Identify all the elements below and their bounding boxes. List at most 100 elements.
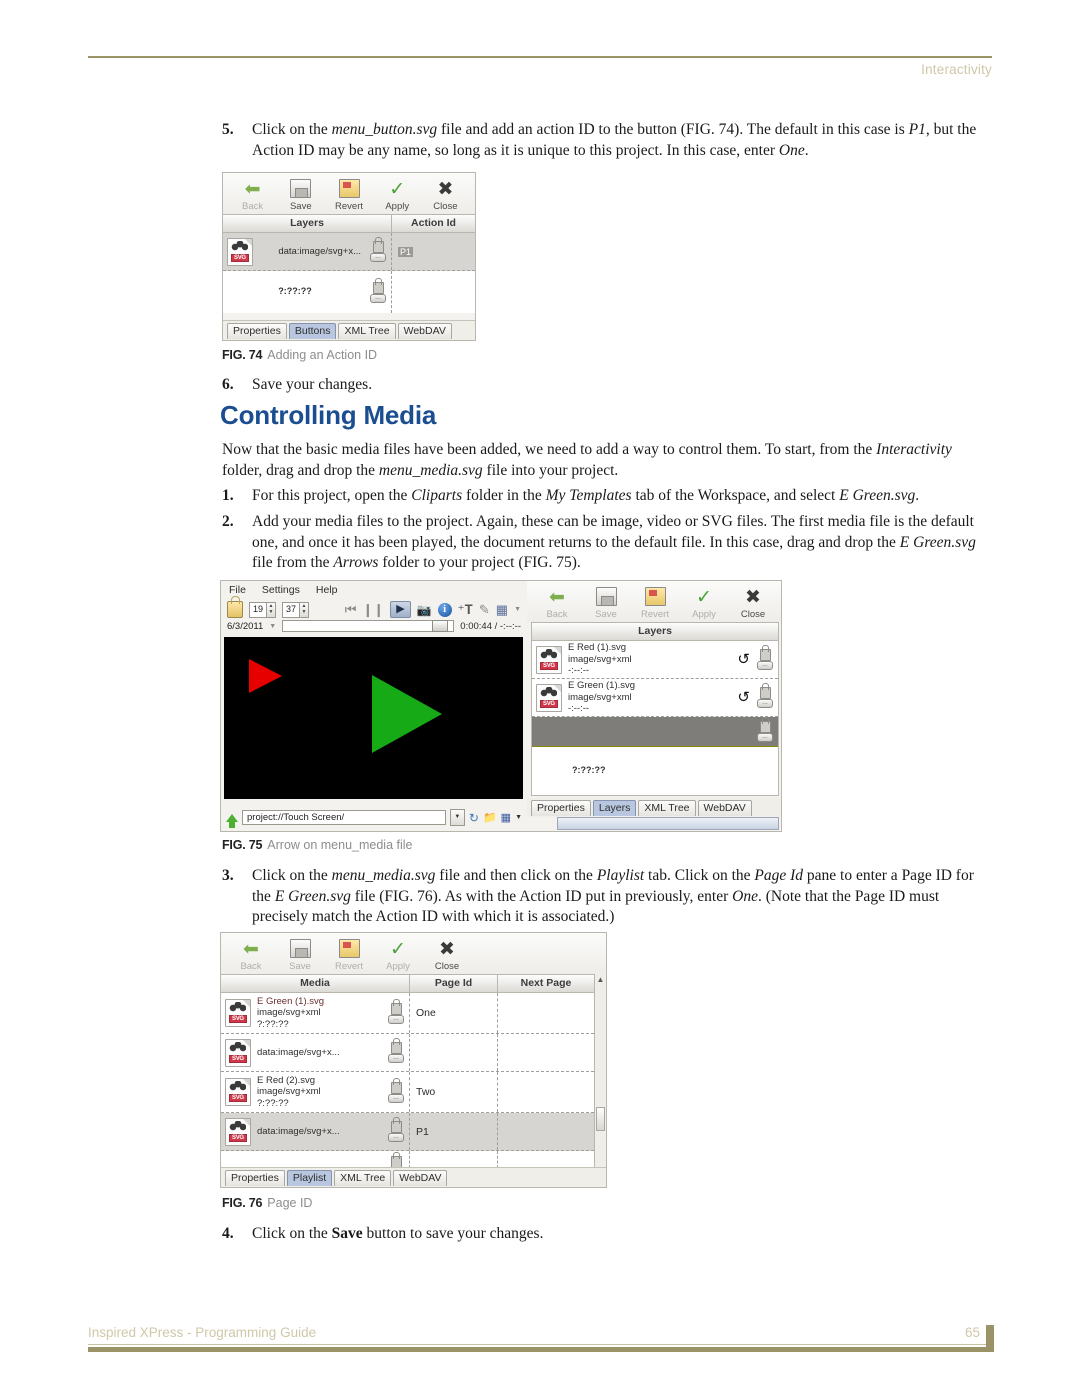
- slider-knob[interactable]: [432, 620, 449, 632]
- info-icon[interactable]: i: [437, 602, 452, 617]
- menu-settings[interactable]: Settings: [262, 584, 300, 596]
- fig76-row-3-page-id[interactable]: Two: [410, 1072, 498, 1112]
- more-options-icon[interactable]: …: [370, 253, 386, 262]
- scroll-up-icon[interactable]: ▲: [597, 974, 605, 985]
- fig74-back-button[interactable]: ⬅ Back: [231, 179, 274, 212]
- fig75-row-2[interactable]: SVG E Green (1).svg image/svg+xml -:--:-…: [532, 679, 778, 717]
- fig75-row-3-selected[interactable]: …: [532, 717, 778, 747]
- fig76-row-4-page-id[interactable]: P1: [410, 1113, 498, 1150]
- table-row[interactable]: SVG E Red (2).svg image/svg+xml ?:??:?? …: [221, 1072, 594, 1113]
- skip-previous-icon[interactable]: ⏮: [345, 603, 357, 616]
- scroll-thumb[interactable]: [596, 1107, 605, 1131]
- edit-icon[interactable]: ✎: [479, 603, 490, 616]
- fig74-row-1-action-id[interactable]: P1: [392, 233, 475, 270]
- fig74-save-button[interactable]: Save: [279, 179, 322, 212]
- fig75-horizontal-scrollbar[interactable]: [557, 817, 779, 830]
- spinner-2[interactable]: 37 ▲ ▼: [282, 601, 310, 618]
- fig76-save-button[interactable]: Save: [278, 939, 322, 972]
- spinner-arrows-icon[interactable]: ▲ ▼: [266, 602, 276, 617]
- lock-icon[interactable]: [759, 717, 771, 733]
- fig74-tab-buttons[interactable]: Buttons: [288, 323, 337, 339]
- fig75-tab-layers[interactable]: Layers: [592, 800, 637, 816]
- seek-slider[interactable]: [282, 620, 455, 632]
- fig76-row-1-page-id[interactable]: One: [410, 993, 498, 1033]
- fig75-save-button[interactable]: Save: [584, 587, 628, 620]
- fig74-revert-button[interactable]: Revert: [327, 179, 370, 212]
- fig76-row-2-page-id[interactable]: [410, 1034, 498, 1071]
- more-options-icon[interactable]: …: [757, 661, 773, 670]
- fig75-tab-properties[interactable]: Properties: [531, 800, 591, 816]
- fig75-revert-button[interactable]: Revert: [633, 587, 677, 620]
- spinner-1[interactable]: 19 ▲ ▼: [249, 601, 277, 618]
- fig76-row-3-next-page[interactable]: [498, 1072, 594, 1112]
- fig74-tab-xml-tree[interactable]: XML Tree: [338, 323, 396, 339]
- lock-icon[interactable]: [390, 1038, 402, 1054]
- chevron-down-icon[interactable]: ▼: [514, 606, 521, 613]
- fig76-vertical-scrollbar[interactable]: ▲ ▼: [594, 974, 606, 1176]
- pause-icon[interactable]: ❙❙: [362, 603, 384, 616]
- fig76-row-2-next-page[interactable]: [498, 1034, 594, 1071]
- new-folder-icon[interactable]: 📁: [483, 811, 497, 824]
- fig76-row-1-next-page[interactable]: [498, 993, 594, 1033]
- loop-icon[interactable]: ↺: [737, 690, 750, 705]
- fig74-row-2[interactable]: ?:??:?? …: [223, 271, 475, 313]
- lock-icon[interactable]: [390, 1117, 402, 1133]
- fig75-tab-xml-tree[interactable]: XML Tree: [638, 800, 696, 816]
- fig76-revert-button[interactable]: Revert: [327, 939, 371, 972]
- lock-icon[interactable]: [227, 596, 243, 618]
- more-options-icon[interactable]: …: [388, 1093, 404, 1103]
- fig74-apply-button[interactable]: ✓ Apply: [376, 179, 419, 212]
- table-row[interactable]: SVG data:image/svg+x... … P1: [221, 1113, 594, 1151]
- lock-icon[interactable]: [759, 645, 771, 661]
- chevron-down-icon[interactable]: ▼: [515, 814, 522, 821]
- lock-icon[interactable]: [390, 998, 402, 1015]
- scroll-track[interactable]: [595, 985, 606, 1165]
- table-row[interactable]: SVG data:image/svg+x... …: [221, 1034, 594, 1072]
- lock-icon[interactable]: [372, 237, 384, 253]
- fig76-tab-webdav[interactable]: WebDAV: [393, 1170, 448, 1186]
- fig75-row-4[interactable]: ?:??:??: [532, 747, 778, 795]
- fig75-date-value[interactable]: 6/3/2011: [227, 621, 263, 632]
- lock-icon[interactable]: [759, 683, 771, 699]
- fig76-tab-properties[interactable]: Properties: [225, 1170, 285, 1186]
- lock-open-icon[interactable]: [372, 277, 384, 294]
- lock-icon[interactable]: [390, 1077, 402, 1094]
- fig76-tab-playlist[interactable]: Playlist: [286, 1170, 333, 1186]
- fig75-back-button[interactable]: ⬅ Back: [535, 587, 579, 620]
- more-options-icon[interactable]: …: [370, 293, 386, 303]
- path-input[interactable]: project://Touch Screen/: [242, 810, 446, 825]
- camera-icon[interactable]: 📷: [417, 603, 432, 617]
- fig76-close-button[interactable]: ✖ Close: [425, 939, 469, 972]
- fig76-tab-xml-tree[interactable]: XML Tree: [334, 1170, 392, 1186]
- fig75-row-1[interactable]: SVG E Red (1).svg image/svg+xml -:--:-- …: [532, 641, 778, 679]
- fig74-row-1[interactable]: SVG data:image/svg+x... … P1: [223, 233, 475, 271]
- more-options-icon[interactable]: …: [757, 733, 773, 742]
- menu-file[interactable]: File: [229, 584, 246, 596]
- fig74-row-2-action-id[interactable]: [392, 271, 475, 313]
- chevron-down-icon[interactable]: ▼: [269, 623, 276, 630]
- fig75-close-button[interactable]: ✖ Close: [731, 587, 775, 620]
- fig75-tab-webdav[interactable]: WebDAV: [697, 800, 752, 816]
- more-options-icon[interactable]: …: [388, 1014, 404, 1024]
- refresh-icon[interactable]: ↻: [469, 811, 479, 825]
- fig75-apply-button[interactable]: ✓ Apply: [682, 587, 726, 620]
- table-row[interactable]: SVG E Green (1).svg image/svg+xml ?:??:?…: [221, 993, 594, 1034]
- more-options-icon[interactable]: …: [757, 699, 773, 708]
- grid-icon[interactable]: ▦: [496, 603, 508, 616]
- view-grid-icon[interactable]: ▦: [501, 811, 511, 824]
- loop-icon[interactable]: ↺: [737, 652, 750, 667]
- add-text-icon[interactable]: ⁺𝐓: [458, 603, 473, 616]
- fig74-close-button[interactable]: ✖ Close: [424, 179, 467, 212]
- more-options-icon[interactable]: …: [388, 1054, 404, 1063]
- fig76-apply-button[interactable]: ✓ Apply: [376, 939, 420, 972]
- up-arrow-icon[interactable]: [226, 813, 238, 828]
- chevron-down-icon[interactable]: ▼: [449, 809, 465, 826]
- more-options-icon[interactable]: …: [388, 1133, 404, 1142]
- fig74-tab-webdav[interactable]: WebDAV: [397, 323, 452, 339]
- play-icon[interactable]: ▶: [390, 601, 411, 618]
- fig76-row-4-next-page[interactable]: [498, 1113, 594, 1150]
- spinner-arrows-icon[interactable]: ▲ ▼: [299, 602, 309, 617]
- fig74-tab-properties[interactable]: Properties: [227, 323, 287, 339]
- fig76-back-button[interactable]: ⬅ Back: [229, 939, 273, 972]
- menu-help[interactable]: Help: [316, 584, 338, 596]
